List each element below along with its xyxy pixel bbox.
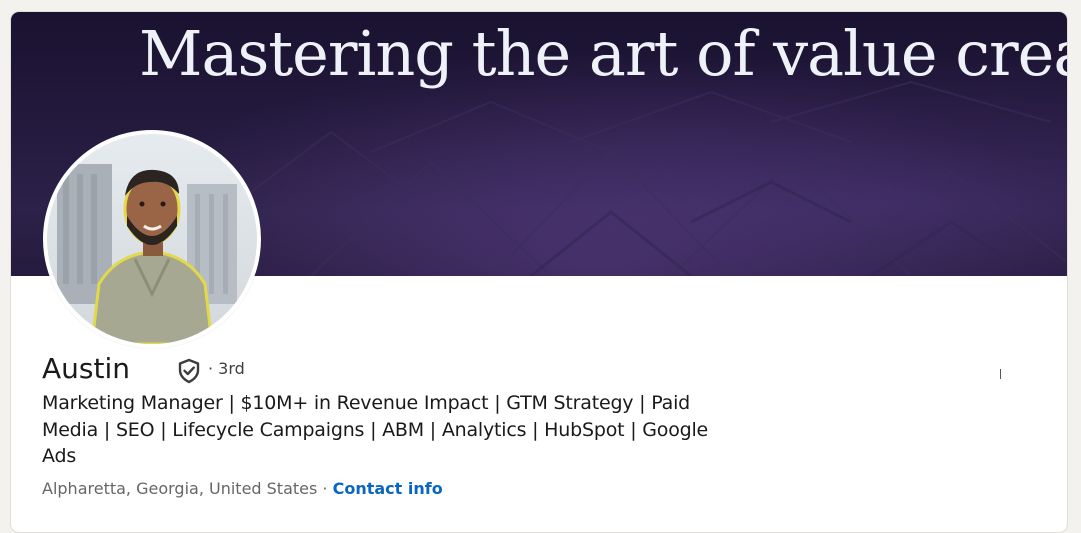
avatar-photo	[47, 134, 257, 344]
profile-avatar[interactable]	[43, 130, 261, 348]
connection-degree: · 3rd	[208, 359, 245, 378]
contact-info-link[interactable]: Contact info	[333, 479, 443, 498]
location-separator: ·	[317, 479, 333, 498]
location-row: Alpharetta, Georgia, United States · Con…	[42, 479, 443, 498]
banner-title: Mastering the art of value creation	[139, 17, 1067, 90]
profile-headline: Marketing Manager | $10M+ in Revenue Imp…	[42, 392, 709, 467]
profile-name: Austin	[42, 352, 130, 385]
profile-card: Mastering the art of value creation	[10, 11, 1068, 533]
shield-check-icon[interactable]	[175, 357, 203, 385]
text-cursor	[1000, 369, 1001, 379]
profile-location: Alpharetta, Georgia, United States	[42, 479, 318, 498]
